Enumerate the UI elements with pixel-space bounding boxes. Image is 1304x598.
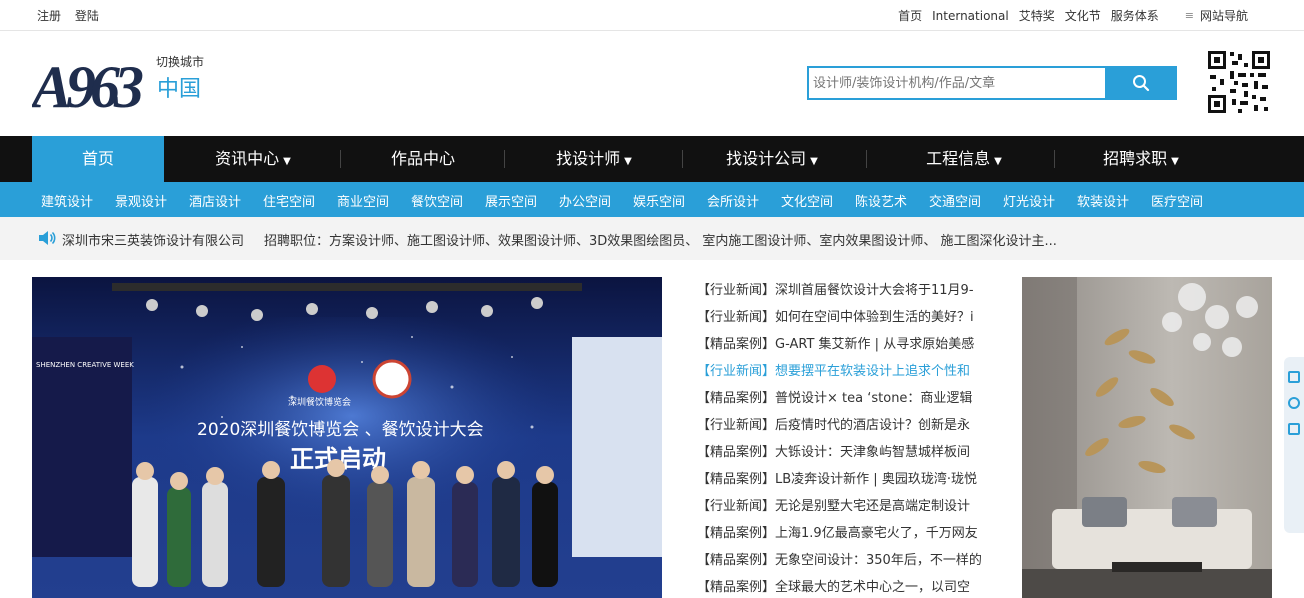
top-links: 首页 International 艾特奖 文化节 服务体系 ≡ 网站导航 bbox=[888, 7, 1248, 24]
category-entertainment[interactable]: 娱乐空间 bbox=[633, 191, 685, 210]
top-link-service[interactable]: 服务体系 bbox=[1111, 7, 1159, 24]
news-item[interactable]: 【行业新闻】如何在空间中体验到生活的美好？i bbox=[697, 304, 993, 331]
qr-float-icon[interactable] bbox=[1288, 371, 1300, 383]
nav-separator bbox=[682, 150, 683, 168]
menu-icon[interactable]: ≡ bbox=[1185, 9, 1194, 22]
nav-separator bbox=[504, 150, 505, 168]
nav-works-center[interactable]: 作品中心 bbox=[342, 136, 504, 182]
news-item[interactable]: 【精品案例】大铄设计：天津象屿智慧城样板间 bbox=[697, 439, 993, 466]
creative-week-text: SHENZHEN CREATIVE WEEK bbox=[36, 361, 134, 369]
news-item[interactable]: 【精品案例】普悦设计× tea ‘stone：商业逻辑 bbox=[697, 385, 993, 412]
interior-image bbox=[1022, 277, 1272, 598]
category-hotel[interactable]: 酒店设计 bbox=[189, 191, 241, 210]
header: A963 切换城市 中国 bbox=[0, 31, 1304, 136]
caret-down-icon: ▼ bbox=[810, 156, 818, 167]
category-commercial[interactable]: 商业空间 bbox=[337, 191, 389, 210]
nav-news-center[interactable]: 资讯中心 ▼ bbox=[170, 136, 336, 182]
site-logo[interactable]: A963 bbox=[32, 49, 148, 119]
news-item[interactable]: 【精品案例】G-ART 集艾新作 | 从寻求原始美感 bbox=[697, 331, 993, 358]
top-link-award[interactable]: 艾特奖 bbox=[1019, 7, 1055, 24]
category-furnishing-art[interactable]: 陈设艺术 bbox=[855, 191, 907, 210]
notice-company-link[interactable]: 深圳市宋三英装饰设计有限公司 bbox=[62, 230, 244, 249]
category-landscape[interactable]: 景观设计 bbox=[115, 191, 167, 210]
top-link-culture[interactable]: 文化节 bbox=[1065, 7, 1101, 24]
current-city: 中国 bbox=[157, 77, 202, 102]
expo-brand-text: 深圳餐饮博览会 bbox=[288, 396, 351, 408]
caret-down-icon: ▼ bbox=[1171, 156, 1179, 167]
category-residential[interactable]: 住宅空间 bbox=[263, 191, 315, 210]
category-lighting[interactable]: 灯光设计 bbox=[1003, 191, 1055, 210]
nav-project-info[interactable]: 工程信息 ▼ bbox=[870, 136, 1058, 182]
search-input[interactable] bbox=[807, 66, 1107, 100]
city-switch-link[interactable]: 切换城市 bbox=[156, 53, 204, 70]
search-icon bbox=[1133, 75, 1150, 92]
nav-separator bbox=[1054, 150, 1055, 168]
news-item[interactable]: 【精品案例】上海1.9亿最高豪宅火了，千万网友 bbox=[697, 520, 993, 547]
logo-text: A963 bbox=[32, 54, 143, 119]
category-exhibition[interactable]: 展示空间 bbox=[485, 191, 537, 210]
login-link[interactable]: 登陆 bbox=[75, 9, 99, 23]
category-medical[interactable]: 医疗空间 bbox=[1151, 191, 1203, 210]
category-transport[interactable]: 交通空间 bbox=[929, 191, 981, 210]
nav-recruitment[interactable]: 招聘求职 ▼ bbox=[1058, 136, 1224, 182]
nav-home[interactable]: 首页 bbox=[32, 136, 164, 182]
news-list: 【行业新闻】深圳首届餐饮设计大会将于11月9- 【行业新闻】如何在空间中体验到生… bbox=[697, 277, 993, 598]
top-link-international[interactable]: International bbox=[932, 9, 1009, 23]
notice-jobs-link[interactable]: 招聘职位：方案设计师、施工图设计师、效果图设计师、3D效果图绘图员、 室内施工图… bbox=[264, 230, 1057, 249]
category-nav: 建筑设计 景观设计 酒店设计 住宅空间 商业空间 餐饮空间 展示空间 办公空间 … bbox=[0, 182, 1304, 217]
search-button[interactable] bbox=[1105, 66, 1177, 100]
category-club[interactable]: 会所设计 bbox=[707, 191, 759, 210]
caret-down-icon: ▼ bbox=[624, 156, 632, 167]
speaker-icon bbox=[39, 231, 56, 245]
nav-find-company[interactable]: 找设计公司 ▼ bbox=[684, 136, 860, 182]
nav-separator bbox=[866, 150, 867, 168]
category-dining[interactable]: 餐饮空间 bbox=[411, 191, 463, 210]
news-item[interactable]: 【精品案例】LB凌奔设计新作 | 奥园玖珑湾·珑悦 bbox=[697, 466, 993, 493]
floating-toolbar bbox=[1284, 357, 1304, 533]
nav-find-designer[interactable]: 找设计师 ▼ bbox=[506, 136, 682, 182]
qr-code-icon bbox=[1206, 49, 1272, 115]
caret-down-icon: ▼ bbox=[283, 156, 291, 167]
top-link-home[interactable]: 首页 bbox=[898, 7, 922, 24]
recruit-notice-bar: 深圳市宋三英装饰设计有限公司 招聘职位：方案设计师、施工图设计师、效果图设计师、… bbox=[0, 217, 1304, 260]
news-item[interactable]: 【精品案例】全球最大的艺术中心之一，以司空 bbox=[697, 574, 993, 598]
event-photo: SHENZHEN CREATIVE WEEK 深圳餐饮博览会 2020深圳餐饮博… bbox=[32, 277, 662, 598]
news-item[interactable]: 【行业新闻】后疫情时代的酒店设计？创新是永 bbox=[697, 412, 993, 439]
contact-float-icon[interactable] bbox=[1288, 397, 1300, 409]
banner-event-title: 2020深圳餐饮博览会 、餐饮设计大会 bbox=[197, 420, 484, 440]
nav-separator bbox=[340, 150, 341, 168]
category-architecture[interactable]: 建筑设计 bbox=[41, 191, 93, 210]
account-links: 注册 登陆 bbox=[37, 7, 109, 24]
caret-down-icon: ▼ bbox=[994, 156, 1002, 167]
category-office[interactable]: 办公空间 bbox=[559, 191, 611, 210]
top-bar: 注册 登陆 首页 International 艾特奖 文化节 服务体系 ≡ 网站… bbox=[0, 0, 1304, 31]
news-item-highlighted[interactable]: 【行业新闻】想要摆平在软装设计上追求个性和 bbox=[697, 358, 993, 385]
interior-photo[interactable] bbox=[1022, 277, 1272, 598]
featured-banner[interactable]: SHENZHEN CREATIVE WEEK 深圳餐饮博览会 2020深圳餐饮博… bbox=[32, 277, 662, 598]
news-item[interactable]: 【行业新闻】无论是别墅大宅还是高端定制设计 bbox=[697, 493, 993, 520]
category-soft-decor[interactable]: 软装设计 bbox=[1077, 191, 1129, 210]
share-float-icon[interactable] bbox=[1288, 423, 1300, 435]
main-nav: 首页 资讯中心 ▼ 作品中心 找设计师 ▼ 找设计公司 ▼ 工程信息 ▼ 招聘求职 ▼ bbox=[0, 136, 1304, 182]
news-item[interactable]: 【精品案例】无象空间设计：350年后，不一样的 bbox=[697, 547, 993, 574]
page: 注册 登陆 首页 International 艾特奖 文化节 服务体系 ≡ 网站… bbox=[0, 0, 1304, 598]
news-item[interactable]: 【行业新闻】深圳首届餐饮设计大会将于11月9- bbox=[697, 277, 993, 304]
site-nav-link[interactable]: 网站导航 bbox=[1200, 7, 1248, 24]
category-culture[interactable]: 文化空间 bbox=[781, 191, 833, 210]
register-link[interactable]: 注册 bbox=[37, 9, 61, 23]
